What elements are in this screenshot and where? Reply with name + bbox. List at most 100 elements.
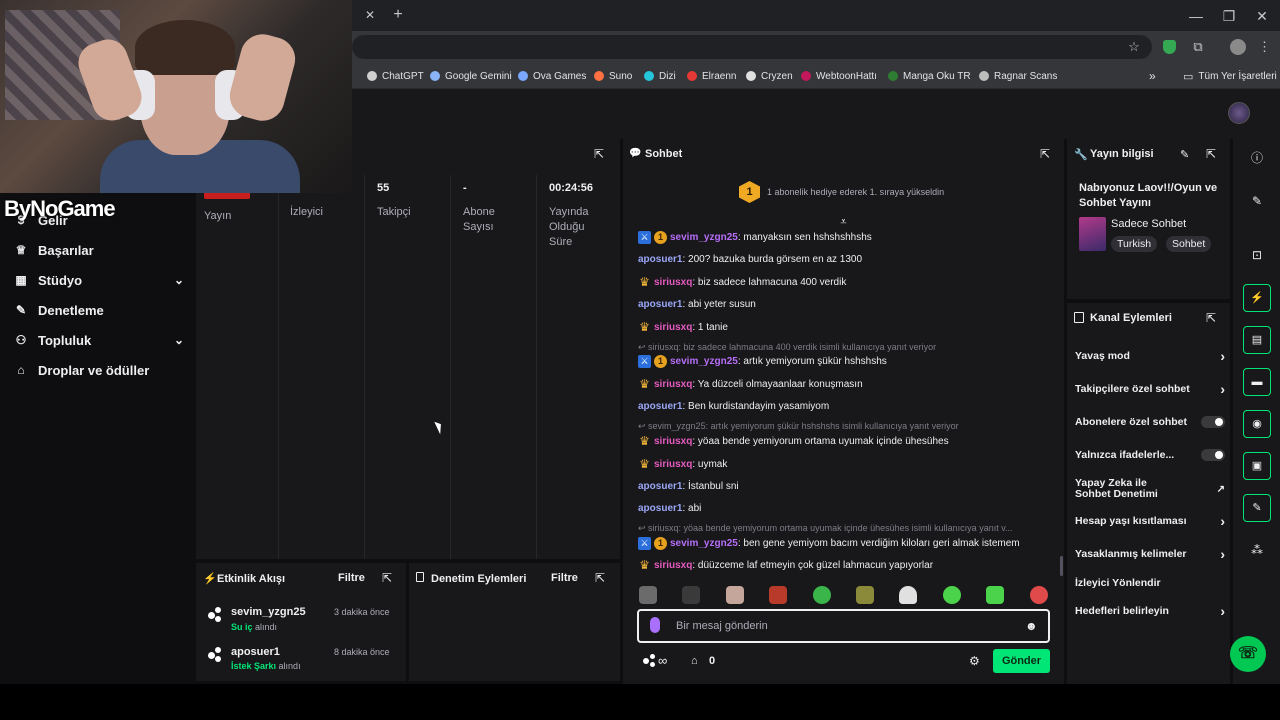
microphone-icon[interactable] <box>650 617 660 633</box>
bookmark-elraenn[interactable]: Elraenn <box>687 67 736 85</box>
chat-username[interactable]: siriusxq <box>654 322 692 333</box>
chat-username[interactable]: aposuer1 <box>638 299 682 310</box>
shield-extension-icon[interactable] <box>1163 40 1176 54</box>
action-subscribers-only[interactable]: Abonelere özel sohbet <box>1075 414 1225 430</box>
profile-avatar[interactable] <box>1230 39 1246 55</box>
nav-item-topluluk[interactable]: ⚇ Topluluk ⌄ <box>14 329 184 351</box>
nav-item-droplar[interactable]: ⌂ Droplar ve ödüller <box>14 359 184 381</box>
emote-pepe[interactable] <box>986 586 1004 604</box>
emoji-icon[interactable]: ☻ <box>1025 619 1038 633</box>
user-avatar[interactable] <box>1228 102 1250 124</box>
help-button[interactable]: ☏ <box>1230 636 1266 672</box>
nav-item-basarilar[interactable]: ♕ Başarılar <box>14 239 184 261</box>
popout-icon[interactable]: ⇱ <box>594 147 604 161</box>
chat-message[interactable]: aposuer1: abi <box>638 501 701 515</box>
bookmark-ragnar-scans[interactable]: Ragnar Scans <box>979 67 1057 85</box>
gift-icon[interactable]: ⌂ <box>691 655 698 667</box>
all-bookmarks-button[interactable]: ▭ Tüm Yer İşaretleri <box>1183 67 1277 85</box>
channel-points-icon[interactable] <box>643 654 657 668</box>
quick-action-bolt[interactable]: ⚡ <box>1243 284 1271 312</box>
emote-box[interactable] <box>856 586 874 604</box>
bookmark-manga-oku[interactable]: Manga Oku TR <box>888 67 971 85</box>
chat-username[interactable]: siriusxq <box>654 459 692 470</box>
bookmarks-overflow-button[interactable]: » <box>1149 67 1156 85</box>
chat-message[interactable]: ♛ siriusxq: Ya düzceli olmayaanlaar konuş… <box>638 377 863 391</box>
address-bar[interactable] <box>352 35 1152 59</box>
chat-username[interactable]: aposuer1 <box>638 481 682 492</box>
action-banned-words[interactable]: Yasaklanmış kelimeler › <box>1075 546 1225 562</box>
action-raid[interactable]: İzleyici Yönlendir <box>1075 575 1225 591</box>
chat-username[interactable]: sevim_yzgn25 <box>670 232 738 243</box>
activity-filter-button[interactable]: Filtre <box>338 572 365 584</box>
chat-username[interactable]: aposuer1 <box>638 254 682 265</box>
pin-collapse-icon[interactable]: ⩡ <box>837 216 850 228</box>
bookmark-suno[interactable]: Suno <box>594 67 632 85</box>
chat-message[interactable]: ⚔ 1 sevim_yzgn25: manyaksın sen hshshshhsh… <box>638 230 872 244</box>
chat-message[interactable]: aposuer1: abi yeter susun <box>638 297 756 311</box>
quick-action-chat[interactable]: ▬ <box>1243 368 1271 396</box>
chat-message[interactable]: ⚔ 1 sevim_yzgn25: artık yemiyorum şükür hs… <box>638 354 887 368</box>
tab-close-icon[interactable]: ✕ <box>362 6 378 24</box>
bookmark-dizi[interactable]: Dizi <box>644 67 676 85</box>
popout-icon[interactable]: ⇱ <box>1206 311 1216 325</box>
quick-action-broadcast[interactable]: ◉ <box>1243 410 1271 438</box>
nav-item-studyo[interactable]: ▦ Stüdyo ⌄ <box>14 269 184 291</box>
extensions-icon[interactable]: ⧉ <box>1190 38 1206 56</box>
emote-pepe-clown[interactable] <box>1030 586 1048 604</box>
pencil-icon[interactable]: ✎ <box>1180 148 1189 161</box>
chat-message[interactable]: ⚔ 1 sevim_yzgn25: ben gene yemiyom bacım v… <box>638 536 1020 550</box>
activity-user[interactable]: sevim_yzgn25 <box>231 606 306 618</box>
chat-message[interactable]: ♛ siriusxq: 1 tanie <box>638 320 728 334</box>
tag-pill[interactable]: Sohbet <box>1166 236 1212 252</box>
action-followers-only[interactable]: Takipçilere özel sohbet › <box>1075 381 1225 397</box>
camera-icon[interactable]: ⊡ <box>1247 245 1267 265</box>
browser-menu-icon[interactable]: ⋮ <box>1258 38 1271 56</box>
nav-item-denetleme[interactable]: ✎ Denetleme <box>14 299 184 321</box>
chat-scrollbar[interactable] <box>1060 556 1063 576</box>
bookmark-webtoonhatti[interactable]: WebtoonHattı <box>801 67 877 85</box>
gear-icon[interactable]: ⚙ <box>969 654 980 668</box>
emote-green[interactable] <box>813 586 831 604</box>
chat-message[interactable]: ♛ siriusxq: düüzceme laf etmeyin çok güze… <box>638 558 933 572</box>
chat-message[interactable]: ♛ siriusxq: biz sadece lahmacuna 400 verd… <box>638 275 846 289</box>
restore-button[interactable]: ❐ <box>1219 6 1239 26</box>
send-button[interactable]: Gönder <box>993 649 1050 673</box>
star-icon[interactable]: ☆ <box>1126 38 1142 56</box>
minimize-button[interactable]: — <box>1186 6 1206 26</box>
action-account-age[interactable]: Hesap yaşı kısıtlaması › <box>1075 513 1225 529</box>
action-goals[interactable]: Hedefleri belirleyin › <box>1075 603 1225 619</box>
chat-message[interactable]: aposuer1: İstanbul sni <box>638 479 739 493</box>
quick-action-wrench[interactable]: ✎ <box>1243 494 1271 522</box>
tag-pill[interactable]: Turkish <box>1111 236 1158 252</box>
activity-user[interactable]: aposuer1 <box>231 646 280 658</box>
quick-action-ads[interactable]: ▣ <box>1243 452 1271 480</box>
chat-username[interactable]: sevim_yzgn25 <box>670 538 738 549</box>
popout-icon[interactable]: ⇱ <box>595 571 605 585</box>
channel-points-icon[interactable]: ⁂ <box>1247 540 1267 560</box>
chat-username[interactable]: sevim_yzgn25 <box>670 356 738 367</box>
action-slow-mode[interactable]: Yavaş mod › <box>1075 348 1225 364</box>
bookmark-cryzen[interactable]: Cryzen <box>746 67 793 85</box>
emote-face[interactable] <box>726 586 744 604</box>
action-ai-moderation[interactable]: Yapay Zeka ile Sohbet Denetimi ↗ <box>1075 477 1225 501</box>
bookmark-ova-games[interactable]: Ova Games <box>518 67 586 85</box>
pencil-icon[interactable]: ✎ <box>1247 191 1267 211</box>
chat-message[interactable]: ♛ siriusxq: yöaa bende yemiyorum ortama u… <box>638 434 949 448</box>
category-name[interactable]: Sadece Sohbet <box>1111 218 1186 230</box>
mod-actions-filter-button[interactable]: Filtre <box>551 572 578 584</box>
bookmark-gemini[interactable]: Google Gemini <box>430 67 512 85</box>
chat-username[interactable]: siriusxq <box>654 379 692 390</box>
chat-username[interactable]: aposuer1 <box>638 503 682 514</box>
chat-username[interactable]: siriusxq <box>654 436 692 447</box>
toggle-switch[interactable] <box>1201 416 1225 428</box>
emote-red[interactable] <box>769 586 787 604</box>
chat-message[interactable]: ♛ siriusxq: uymak <box>638 457 727 471</box>
chat-username[interactable]: siriusxq <box>654 560 692 571</box>
emote-pepe[interactable] <box>943 586 961 604</box>
chat-username[interactable]: aposuer1 <box>638 401 682 412</box>
chat-message[interactable]: aposuer1: 200? bazuka burda görsem en az… <box>638 252 862 266</box>
bookmark-chatgpt[interactable]: ChatGPT <box>367 67 424 85</box>
emote-face[interactable] <box>639 586 657 604</box>
action-emote-only[interactable]: Yalnızca ifadelerle... <box>1075 447 1225 463</box>
chat-message[interactable]: aposuer1: Ben kurdistandayim yasamiyom <box>638 399 829 413</box>
